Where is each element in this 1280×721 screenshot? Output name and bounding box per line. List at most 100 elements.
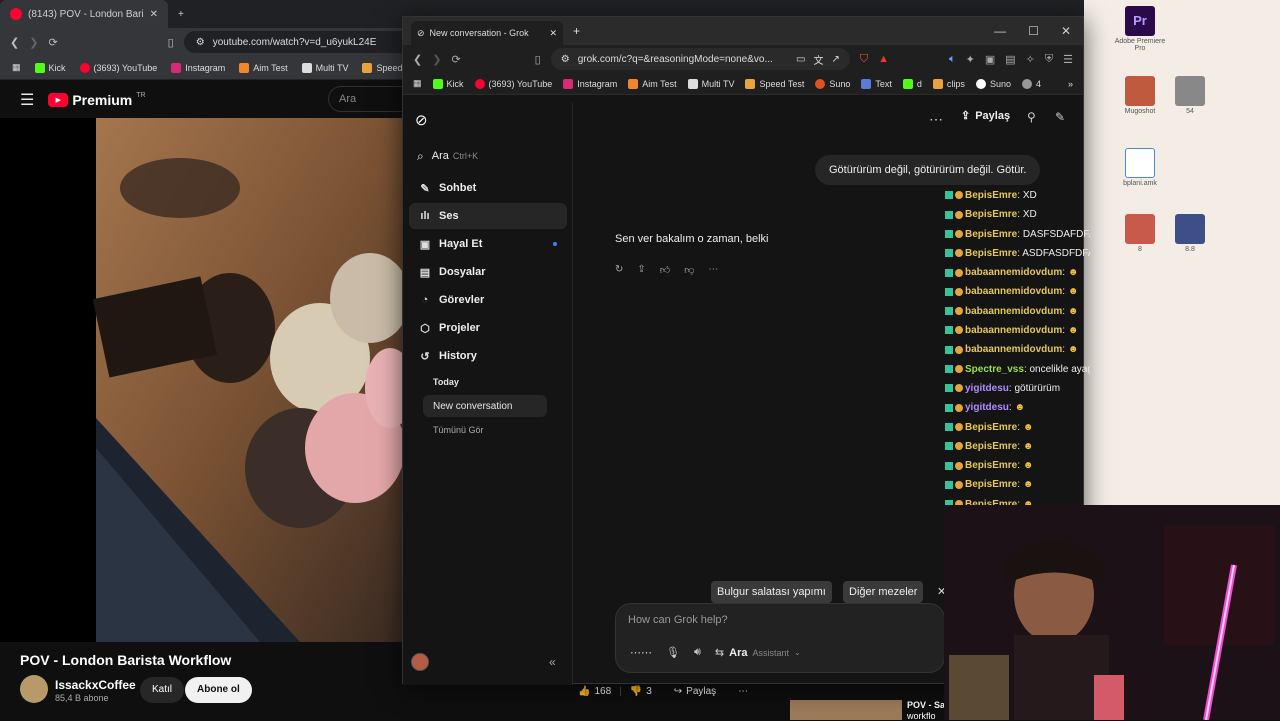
- back-icon[interactable]: ❮: [10, 36, 19, 49]
- forward-icon[interactable]: ❯: [29, 36, 38, 49]
- translate-icon[interactable]: 文: [813, 52, 823, 67]
- tab-youtube[interactable]: (8143) POV - London Barista Wo ✕: [0, 0, 168, 28]
- bookmark-instagram[interactable]: Instagram: [171, 62, 225, 73]
- voice-mode-icon[interactable]: 🔊︎: [694, 646, 701, 659]
- bookmark-multi-tv[interactable]: Multi TV: [687, 78, 734, 89]
- suggestion-chip[interactable]: Diğer mezeler: [843, 581, 924, 603]
- reload-icon[interactable]: ⟳: [48, 36, 57, 49]
- dislike-button[interactable]: 👎 3: [630, 686, 652, 697]
- more-options-icon[interactable]: ⋯: [929, 111, 943, 128]
- desktop-icon-premiere[interactable]: Pr Adobe Premiere Pro: [1110, 6, 1170, 52]
- browser-menu-icon[interactable]: ☰: [1063, 53, 1073, 66]
- youtube-logo[interactable]: ▶ Premium TR: [48, 92, 146, 108]
- desktop-icon-bplani[interactable]: bplani.amk: [1110, 148, 1170, 187]
- user-avatar[interactable]: [411, 653, 429, 671]
- mode-selector[interactable]: ⇆ Ara Assistant ⌄: [715, 646, 801, 660]
- suggestion-chip[interactable]: Bulgur salatası yapımı: [711, 581, 832, 603]
- wallet-icon[interactable]: ▣: [985, 53, 995, 66]
- channel-name[interactable]: IssackxCoffee: [55, 678, 136, 692]
- chat-username[interactable]: BepisEmre: [965, 441, 1017, 452]
- bookmark-suno-2[interactable]: Suno: [975, 78, 1011, 89]
- video-player[interactable]: [0, 118, 402, 642]
- close-tab-icon[interactable]: ✕: [150, 9, 158, 20]
- apps-icon[interactable]: ▦: [12, 62, 21, 73]
- sidebar-item-gorevler[interactable]: ◔ Görevler: [409, 287, 567, 313]
- microphone-icon[interactable]: 🎙︎: [666, 646, 680, 659]
- forward-icon[interactable]: ❯: [432, 53, 441, 66]
- bookmark-icon[interactable]: ▯: [168, 36, 174, 49]
- new-tab-button[interactable]: +: [168, 0, 194, 28]
- channel-avatar[interactable]: [20, 675, 48, 703]
- see-all-link[interactable]: Tümünü Gör: [423, 419, 567, 441]
- history-item-new-conversation[interactable]: New conversation: [423, 395, 547, 417]
- brave-shield-icon[interactable]: ⛉: [860, 53, 868, 66]
- next-video-title[interactable]: POV - Sa: [907, 700, 945, 710]
- chat-username[interactable]: babaannemidovdum: [965, 325, 1062, 336]
- grok-logo-icon[interactable]: ⊘: [415, 111, 428, 129]
- bookmark-d[interactable]: d: [902, 78, 922, 89]
- speaker-icon[interactable]: 🔈︎: [949, 53, 956, 66]
- chat-username[interactable]: babaannemidovdum: [965, 267, 1062, 278]
- sidebar-item-history[interactable]: ↺ History: [409, 343, 567, 369]
- sidebar-item-projeler[interactable]: ⬡ Projeler: [409, 315, 567, 341]
- close-tab-icon[interactable]: ✕: [549, 28, 557, 39]
- chat-username[interactable]: BepisEmre: [965, 460, 1017, 471]
- sidebar-item-hayal-et[interactable]: ▣ Hayal Et: [409, 231, 567, 257]
- prompt-input[interactable]: How can Grok help?: [628, 614, 728, 626]
- menu-icon[interactable]: ☰: [20, 90, 34, 110]
- share-page-icon[interactable]: ↗: [831, 54, 839, 65]
- more-bookmarks-icon[interactable]: »: [1068, 79, 1073, 89]
- sidebar-item-dosyalar[interactable]: ▤ Dosyalar: [409, 259, 567, 285]
- bookmark-aim-test[interactable]: Aim Test: [239, 62, 288, 73]
- brave-rewards-icon[interactable]: ▲: [878, 53, 889, 65]
- bookmark-kick[interactable]: Kick: [432, 78, 464, 89]
- bookmark-4[interactable]: 4: [1021, 78, 1041, 89]
- bookmark-speed-test[interactable]: Speed Test: [745, 78, 804, 89]
- bookmark-youtube[interactable]: (3693) YouTube: [474, 78, 552, 89]
- desktop-icon-54[interactable]: 54: [1160, 76, 1220, 115]
- bookmark-clips[interactable]: clips: [932, 78, 965, 89]
- chat-username[interactable]: babaannemidovdum: [965, 344, 1062, 355]
- chat-username[interactable]: Spectre_vss: [965, 364, 1024, 375]
- sidebar-search[interactable]: ⌕ Ara Ctrl+K: [409, 143, 559, 169]
- share-button[interactable]: ↪ Paylaş: [674, 686, 716, 697]
- install-icon[interactable]: ▭: [796, 54, 805, 65]
- bookmark-icon[interactable]: ▯: [535, 53, 541, 66]
- youtube-search-input[interactable]: Ara: [328, 86, 408, 112]
- bookmark-aim-test[interactable]: Aim Test: [628, 78, 677, 89]
- sidebar-item-sohbet[interactable]: ✎ Sohbet: [409, 175, 567, 201]
- thumbs-down-icon[interactable]: 👎︎: [684, 264, 694, 276]
- minimize-icon[interactable]: —: [994, 24, 1006, 38]
- extension-puzzle-icon[interactable]: ✧: [1026, 53, 1035, 66]
- regenerate-icon[interactable]: ↻: [615, 264, 623, 276]
- new-chat-icon[interactable]: ✎: [1055, 110, 1065, 124]
- bookmark-kick[interactable]: Kick: [34, 62, 66, 73]
- bookmark-suno[interactable]: Suno: [815, 78, 850, 89]
- reload-icon[interactable]: ⟳: [451, 53, 460, 66]
- chat-username[interactable]: BepisEmre: [965, 229, 1017, 240]
- chat-username[interactable]: BepisEmre: [965, 190, 1017, 201]
- chat-username[interactable]: BepisEmre: [965, 248, 1017, 259]
- next-video-thumbnail[interactable]: [790, 700, 902, 720]
- subscribe-button[interactable]: Abone ol: [185, 677, 252, 703]
- chat-username[interactable]: yigitdesu: [965, 402, 1009, 413]
- attach-icon[interactable]: ⋯⋯: [630, 646, 652, 659]
- new-tab-button[interactable]: +: [573, 24, 580, 38]
- chat-username[interactable]: babaannemidovdum: [965, 286, 1062, 297]
- apps-icon[interactable]: ▦: [413, 78, 422, 89]
- bookmark-multi-tv[interactable]: Multi TV: [301, 62, 348, 73]
- chat-username[interactable]: yigitdesu: [965, 383, 1009, 394]
- sidebar-toggle-icon[interactable]: ▤: [1005, 53, 1015, 66]
- bookmark-text[interactable]: Text: [861, 78, 892, 89]
- share-conversation-button[interactable]: ⇪ Paylaş: [961, 109, 1010, 123]
- pin-icon[interactable]: ⚲: [1027, 110, 1036, 124]
- chat-username[interactable]: BepisEmre: [965, 209, 1017, 220]
- bookmark-youtube[interactable]: (3693) YouTube: [79, 62, 157, 73]
- bookmark-instagram[interactable]: Instagram: [563, 78, 617, 89]
- close-window-icon[interactable]: ✕: [1061, 24, 1071, 38]
- maximize-icon[interactable]: ☐: [1028, 24, 1039, 38]
- thumbs-up-icon[interactable]: 👍︎: [660, 264, 670, 276]
- more-actions-icon[interactable]: ⋯: [738, 686, 748, 697]
- back-icon[interactable]: ❮: [413, 53, 422, 66]
- vpn-icon[interactable]: ⛨: [1045, 53, 1053, 66]
